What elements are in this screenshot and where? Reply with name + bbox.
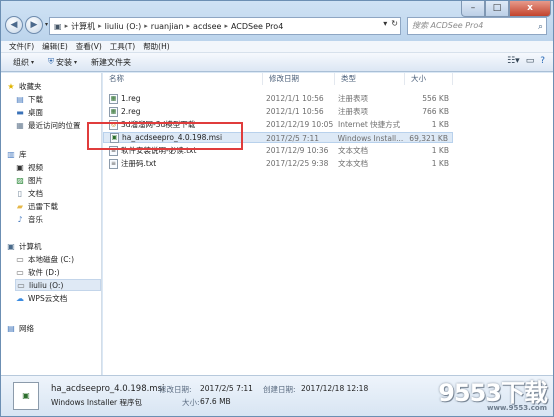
details-size-label: 大小:: [182, 398, 200, 407]
view-options-icon[interactable]: ☷▾: [507, 56, 520, 66]
breadcrumb-computer[interactable]: 计算机: [71, 21, 95, 32]
chevron-down-icon: ▾: [74, 58, 78, 66]
column-date[interactable]: 修改日期: [263, 73, 335, 85]
star-icon: ★: [7, 81, 15, 91]
hard-drive-icon: ▭: [16, 267, 24, 277]
hard-drive-icon: ▭: [17, 280, 25, 290]
view-controls: ☷▾ ▭ ?: [507, 56, 545, 66]
details-size-value: 67.6 MB: [200, 397, 231, 406]
preview-pane-icon[interactable]: ▭: [526, 56, 535, 66]
watermark-logo: 9553下载 www.9553.com: [438, 379, 548, 412]
explorer-window: – □ x ◀ ▶ ▾ ▣ ▸ 计算机 ▸ liuliu (O:) ▸ ruan…: [0, 0, 554, 417]
highlight-box: [87, 122, 243, 150]
network-icon: ▤: [7, 323, 15, 333]
details-created-value: 2017/12/18 12:18: [301, 384, 369, 393]
details-filetype: Windows Installer 程序包: [51, 398, 143, 407]
new-folder-button[interactable]: 新建文件夹: [91, 57, 131, 68]
hard-drive-icon: ▭: [16, 254, 24, 264]
title-bar: – □ x ◀ ▶ ▾ ▣ ▸ 计算机 ▸ liuliu (O:) ▸ ruan…: [1, 1, 553, 41]
details-modified-value: 2017/2/5 7:11: [200, 384, 253, 393]
computer-icon: ▣: [7, 241, 15, 251]
menu-bar: 文件(F) 编辑(E) 查看(V) 工具(T) 帮助(H): [1, 41, 553, 53]
sidebar-item-thunder-downloads[interactable]: ▰ 迅雷下载: [15, 200, 115, 212]
computer-icon: ▣: [54, 21, 62, 31]
column-name[interactable]: 名称: [103, 73, 263, 85]
music-icon: ♪: [17, 214, 23, 224]
sidebar-item-music[interactable]: ♪ 音乐: [15, 213, 115, 225]
sidebar-item-videos[interactable]: ▣ 视频: [15, 161, 115, 173]
menu-file[interactable]: 文件(F): [9, 41, 34, 52]
file-row[interactable]: ▦ 2.reg 2012/1/1 10:56 注册表项 766 KB: [103, 106, 453, 117]
sidebar-item-drive-d[interactable]: ▭ 软件 (D:): [15, 266, 115, 278]
sidebar-item-drive-c[interactable]: ▭ 本地磁盘 (C:): [15, 253, 115, 265]
file-row[interactable]: ≡ 注册码.txt 2017/12/25 9:38 文本文档 1 KB: [103, 158, 453, 169]
shield-icon: ⛨: [48, 57, 55, 66]
registry-file-icon: ▦: [109, 106, 118, 117]
sidebar-item-downloads[interactable]: ▤ 下载: [15, 93, 115, 105]
sidebar-network[interactable]: ▤ 网络: [6, 322, 106, 334]
search-icon[interactable]: ⌕: [538, 19, 543, 35]
library-icon: ▥: [7, 149, 15, 159]
navigation-buttons: ◀ ▶ ▾: [5, 16, 53, 34]
forward-arrow-icon[interactable]: ▶: [25, 16, 43, 34]
menu-help[interactable]: 帮助(H): [143, 41, 170, 52]
sidebar-item-desktop[interactable]: ▬ 桌面: [15, 106, 115, 118]
chevron-down-icon: ▾: [31, 58, 35, 66]
navigation-pane: ★ 收藏夹 ▤ 下载 ▬ 桌面 ▦ 最近访问的位置 ▥ 库 ▣ 视频 ▨ 图片 …: [1, 73, 102, 375]
close-button[interactable]: x: [509, 1, 551, 17]
file-row[interactable]: ▦ 1.reg 2012/1/1 10:56 注册表项 556 KB: [103, 93, 453, 104]
picture-icon: ▨: [16, 175, 24, 185]
sidebar-favorites[interactable]: ★ 收藏夹: [6, 80, 106, 92]
refresh-icon[interactable]: ↻: [391, 19, 398, 28]
install-button[interactable]: ⛨ 安装 ▾: [48, 57, 77, 68]
column-header: 名称 修改日期 类型 大小: [103, 73, 553, 85]
document-icon: ▯: [17, 188, 23, 198]
maximize-button[interactable]: □: [485, 1, 509, 17]
command-bar: 组织 ▾ ⛨ 安装 ▾ 新建文件夹 ☷▾ ▭ ?: [1, 53, 553, 72]
breadcrumb-acdsee[interactable]: acdsee: [193, 22, 221, 31]
menu-edit[interactable]: 编辑(E): [42, 41, 68, 52]
address-bar[interactable]: ▣ ▸ 计算机 ▸ liuliu (O:) ▸ ruanjian ▸ acdse…: [49, 17, 401, 35]
window-controls: – □ x: [461, 1, 551, 17]
back-arrow-icon[interactable]: ◀: [5, 16, 23, 34]
minimize-button[interactable]: –: [461, 1, 485, 17]
recent-places-icon: ▦: [16, 120, 24, 130]
breadcrumb-acdsee-pro4[interactable]: ACDSee Pro4: [231, 22, 283, 31]
video-icon: ▣: [16, 162, 24, 172]
download-folder-icon: ▤: [16, 94, 24, 104]
column-size[interactable]: 大小: [405, 73, 453, 85]
address-dropdown-chevron-icon[interactable]: ▾: [383, 19, 387, 28]
details-filename: ha_acdseepro_4.0.198.msi: [51, 384, 165, 394]
sidebar-computer[interactable]: ▣ 计算机: [6, 240, 106, 252]
breadcrumb-drive[interactable]: liuliu (O:): [105, 22, 142, 31]
desktop-icon: ▬: [16, 107, 24, 117]
sidebar-item-pictures[interactable]: ▨ 图片: [15, 174, 115, 186]
details-pane: ▣ ha_acdseepro_4.0.198.msi Windows Insta…: [1, 375, 553, 416]
sidebar-item-documents[interactable]: ▯ 文档: [15, 187, 115, 199]
search-input[interactable]: 搜索 ACDSee Pro4 ⌕: [407, 17, 547, 35]
help-icon[interactable]: ?: [540, 56, 545, 66]
sidebar-item-wps-cloud[interactable]: ☁ WPS云文档: [15, 292, 115, 304]
organize-button[interactable]: 组织 ▾: [13, 57, 34, 68]
file-list: 名称 修改日期 类型 大小 ▦ 1.reg 2012/1/1 10:56 注册表项…: [103, 73, 553, 375]
menu-view[interactable]: 查看(V): [76, 41, 102, 52]
sidebar-item-drive-o[interactable]: ▭ liuliu (O:): [15, 279, 101, 291]
menu-tools[interactable]: 工具(T): [110, 41, 135, 52]
details-created-label: 创建日期:: [263, 385, 296, 394]
registry-file-icon: ▦: [109, 93, 118, 104]
details-modified-label: 修改日期:: [159, 385, 192, 394]
folder-icon: ▰: [16, 201, 24, 211]
column-type[interactable]: 类型: [335, 73, 405, 85]
breadcrumb-ruanjian[interactable]: ruanjian: [151, 22, 184, 31]
cloud-icon: ☁: [16, 293, 24, 303]
text-file-icon: ≡: [109, 158, 118, 169]
installer-package-icon: ▣: [13, 382, 39, 410]
